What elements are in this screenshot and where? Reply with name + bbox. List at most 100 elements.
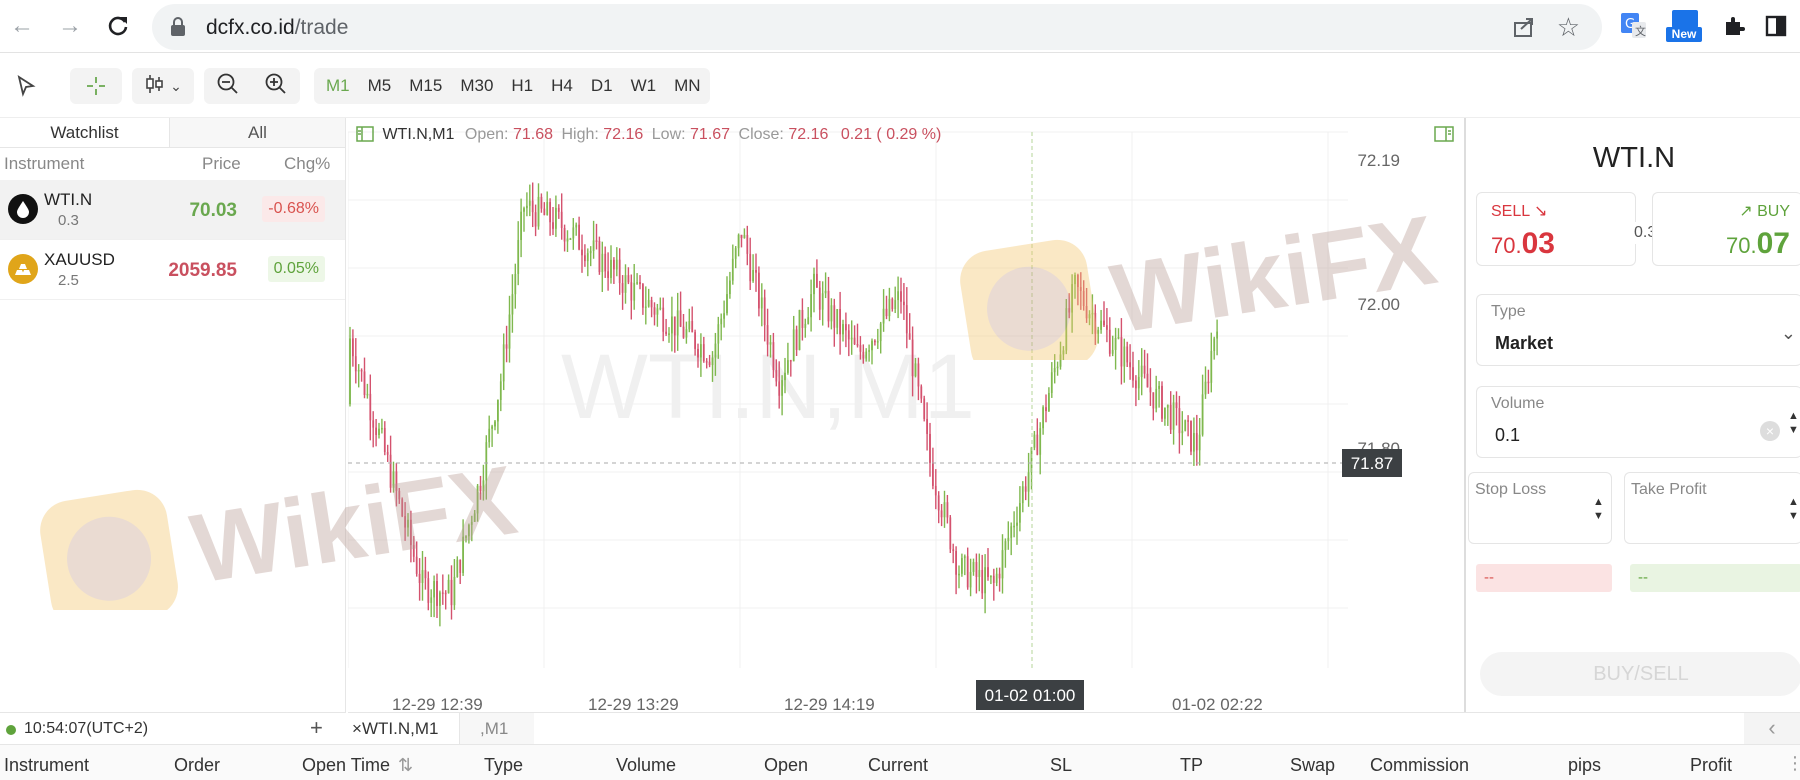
instrument-change: 0.05% [267, 256, 325, 282]
x-tick-label: 12-29 13:29 [588, 695, 679, 712]
candle-body [389, 454, 392, 488]
col-swap[interactable]: Swap [1290, 755, 1335, 776]
crosshair-tool-icon[interactable] [70, 68, 122, 104]
candle-body [372, 420, 375, 428]
x-tick-label: 12-29 14:19 [784, 695, 875, 712]
toggle-panel-icon[interactable] [1434, 126, 1454, 147]
candle-body [566, 238, 569, 242]
side-panel-icon[interactable] [1760, 10, 1792, 42]
watchlist-row-wti[interactable]: WTI.N 0.3 70.03 -0.68% [0, 180, 345, 240]
col-volume[interactable]: Volume [616, 755, 676, 776]
candle-body [604, 253, 607, 272]
open-label: Open: [464, 126, 509, 143]
candle-body [972, 562, 975, 572]
col-open-time[interactable]: Open Time [302, 755, 390, 776]
candle-body [644, 306, 647, 309]
new-extension-icon[interactable]: New [1664, 10, 1704, 42]
timeframe-h4[interactable]: H4 [551, 76, 573, 96]
candle-body [897, 291, 899, 301]
extensions-puzzle-icon[interactable] [1718, 10, 1750, 42]
col-pips[interactable]: pips [1568, 755, 1601, 776]
candle-body [1146, 373, 1149, 388]
timeframe-m1[interactable]: M1 [326, 76, 350, 96]
candle-body [969, 571, 972, 588]
col-order[interactable]: Order [174, 755, 220, 776]
candle-body [499, 381, 502, 400]
candle-body [441, 592, 444, 594]
candle-body [743, 234, 746, 239]
col-commission[interactable]: Commission [1370, 755, 1469, 776]
candle-body [995, 573, 998, 583]
tab-all[interactable]: All [169, 118, 345, 147]
chart-ohlc-header: WTI.N,M1 Open: 71.68 High: 72.16 Low: 71… [356, 126, 941, 147]
chevron-left-icon[interactable]: ‹ [1744, 713, 1800, 745]
back-icon[interactable]: ← [4, 8, 40, 44]
stop-loss-field[interactable]: Stop Loss ▲ ▼ [1468, 472, 1612, 544]
stepper-icon[interactable]: ▲ ▼ [1788, 409, 1800, 437]
candle-body [537, 196, 540, 227]
low-value: 71.67 [690, 126, 731, 143]
candle-body [479, 485, 482, 492]
chart-panel-icon[interactable] [356, 126, 374, 147]
bookmark-star-icon[interactable]: ☆ [1557, 12, 1580, 43]
address-bar[interactable]: dcfx.co.id/trade ☆ [152, 4, 1602, 50]
candle-body [1108, 329, 1111, 354]
translate-icon[interactable]: G文 [1618, 10, 1650, 42]
candle-body [1143, 365, 1146, 374]
tab-chart-active[interactable]: ×WTI.N,M1 [348, 713, 460, 745]
timeframe-m15[interactable]: M15 [409, 76, 442, 96]
candle-body [1137, 376, 1140, 389]
timeframe-m30[interactable]: M30 [460, 76, 493, 96]
submit-order-button[interactable]: BUY/SELL [1480, 652, 1800, 696]
timeframe-m5[interactable]: M5 [368, 76, 392, 96]
candle-body [1207, 381, 1210, 384]
candle-body [615, 259, 618, 270]
tab-watchlist[interactable]: Watchlist [0, 118, 169, 147]
take-profit-field[interactable]: Take Profit ▲ ▼ [1624, 472, 1800, 544]
forward-icon[interactable]: → [52, 8, 88, 44]
candle-body [798, 310, 801, 350]
col-instrument[interactable]: Instrument [4, 755, 89, 776]
col-sl[interactable]: SL [1050, 755, 1072, 776]
candle-body [520, 211, 522, 241]
candle-body [685, 329, 688, 338]
candle-body [1100, 320, 1102, 330]
order-type-select[interactable]: Type Market ⌄ [1476, 294, 1800, 366]
sort-icon[interactable]: ⇅ [398, 755, 413, 776]
price-chart[interactable]: WTI.N,M1 72.19 72.00 71.80 12-29 12:39 12-2… [348, 118, 1462, 712]
chart-symbol: WTI.N,M1 [382, 126, 455, 143]
watchlist-row-xauusd[interactable]: XAUUSD 2.5 2059.85 0.05% [0, 240, 345, 300]
chart-type-dropdown[interactable]: ⌄ [132, 68, 194, 104]
tab-chart-other[interactable]: ,M1 [460, 713, 534, 745]
close-icon[interactable]: × [352, 719, 362, 738]
candle-body [1172, 402, 1175, 430]
candle-body [650, 300, 653, 308]
scrollbar-handle[interactable]: ⋮ [1786, 753, 1800, 774]
pointer-tool-icon[interactable] [4, 68, 48, 104]
clear-icon[interactable]: × [1760, 421, 1780, 441]
buy-button[interactable]: ↗ BUY 70.07 [1652, 192, 1800, 266]
candle-body [1149, 387, 1152, 393]
reload-icon[interactable] [100, 8, 136, 44]
timeframe-w1[interactable]: W1 [631, 76, 657, 96]
timeframe-d1[interactable]: D1 [591, 76, 613, 96]
tp-stepper-icon[interactable]: ▲ ▼ [1788, 495, 1800, 523]
share-icon[interactable] [1512, 15, 1536, 44]
candle-body [1184, 420, 1187, 431]
col-current[interactable]: Current [868, 755, 928, 776]
volume-field[interactable]: Volume 0.1 × ▲ ▼ [1476, 386, 1800, 458]
candlestick-chart[interactable]: WTI.N,M1 72.1972.0071.80 12-29 12:39 12-2… [348, 118, 1462, 712]
candle-body [900, 291, 902, 302]
col-open[interactable]: Open [764, 755, 808, 776]
timeframe-h1[interactable]: H1 [511, 76, 533, 96]
col-profit[interactable]: Profit [1690, 755, 1732, 776]
sl-stepper-icon[interactable]: ▲ ▼ [1593, 495, 1607, 523]
add-icon[interactable]: + [310, 715, 323, 741]
col-tp[interactable]: TP [1180, 755, 1203, 776]
timeframe-mn[interactable]: MN [674, 76, 700, 96]
zoom-in-icon[interactable] [264, 72, 288, 101]
zoom-out-icon[interactable] [216, 72, 240, 101]
tp-label: Take Profit [1631, 481, 1707, 498]
sell-button[interactable]: SELL ↘ 70.03 [1476, 192, 1636, 266]
col-type[interactable]: Type [484, 755, 523, 776]
